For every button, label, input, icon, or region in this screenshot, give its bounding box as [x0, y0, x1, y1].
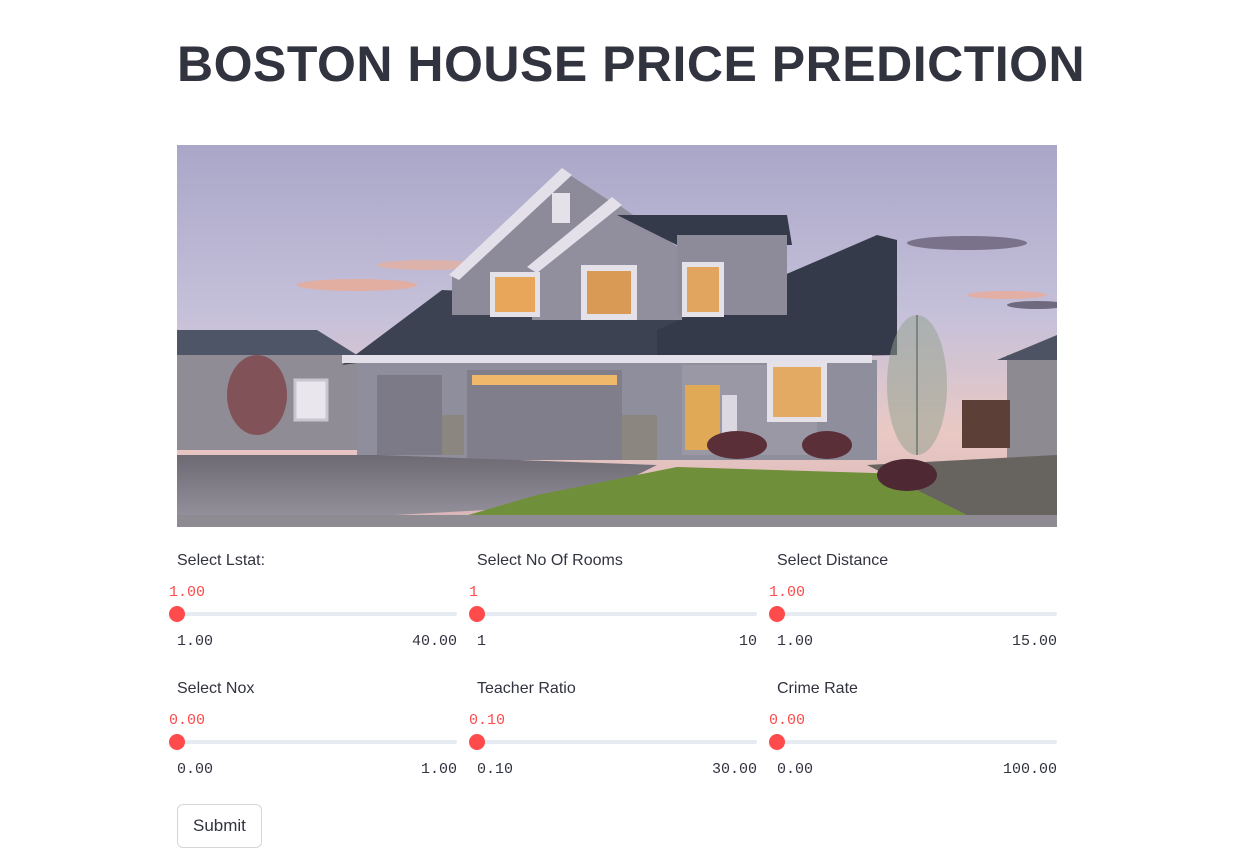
slider-min: 1: [477, 633, 487, 650]
slider-current-value: 0.10: [469, 712, 506, 729]
slider-track[interactable]: [169, 606, 457, 622]
slider-max: 100.00: [1002, 761, 1057, 778]
slider-min: 1.00: [777, 633, 814, 650]
page-title: BOSTON HOUSE PRICE PREDICTION: [177, 36, 1086, 92]
slider-thumb[interactable]: [469, 606, 485, 622]
slider-grid: Select Lstat: 1.00 1.00 40.00 Select No …: [169, 548, 1057, 804]
slider-label: Select Lstat:: [177, 552, 266, 569]
slider-track[interactable]: [169, 734, 457, 750]
slider-max: 40.00: [411, 633, 457, 650]
slider-crime-rate: Crime Rate 0.00 0.00 100.00: [769, 676, 1057, 804]
slider-current-value: 0.00: [769, 712, 806, 729]
slider-label: Crime Rate: [777, 680, 858, 697]
slider-track[interactable]: [469, 606, 757, 622]
slider-thumb[interactable]: [769, 734, 785, 750]
slider-thumb[interactable]: [469, 734, 485, 750]
slider-lstat: Select Lstat: 1.00 1.00 40.00: [169, 548, 457, 676]
slider-thumb[interactable]: [169, 734, 185, 750]
slider-max: 10: [738, 633, 757, 650]
submit-button[interactable]: Submit: [177, 804, 262, 848]
slider-current-value: 1.00: [169, 584, 206, 601]
slider-track[interactable]: [769, 734, 1057, 750]
slider-track[interactable]: [469, 734, 757, 750]
slider-nox: Select Nox 0.00 0.00 1.00: [169, 676, 457, 804]
slider-thumb[interactable]: [169, 606, 185, 622]
slider-track[interactable]: [769, 606, 1057, 622]
slider-min: 0.00: [177, 761, 214, 778]
slider-label: Select No Of Rooms: [477, 552, 623, 569]
slider-distance: Select Distance 1.00 1.00 15.00: [769, 548, 1057, 676]
slider-current-value: 0.00: [169, 712, 206, 729]
slider-max: 30.00: [711, 761, 757, 778]
slider-rooms: Select No Of Rooms 1 1 10: [469, 548, 757, 676]
slider-current-value: 1: [469, 584, 479, 601]
slider-min: 0.10: [477, 761, 514, 778]
slider-min: 0.00: [777, 761, 814, 778]
slider-max: 1.00: [420, 761, 457, 778]
slider-label: Select Nox: [177, 680, 255, 697]
slider-current-value: 1.00: [769, 584, 806, 601]
slider-teacher-ratio: Teacher Ratio 0.10 0.10 30.00: [469, 676, 757, 804]
slider-max: 15.00: [1011, 633, 1057, 650]
slider-min: 1.00: [177, 633, 214, 650]
slider-label: Select Distance: [777, 552, 889, 569]
slider-label: Teacher Ratio: [477, 680, 576, 697]
slider-thumb[interactable]: [769, 606, 785, 622]
house-image: [177, 145, 1057, 527]
